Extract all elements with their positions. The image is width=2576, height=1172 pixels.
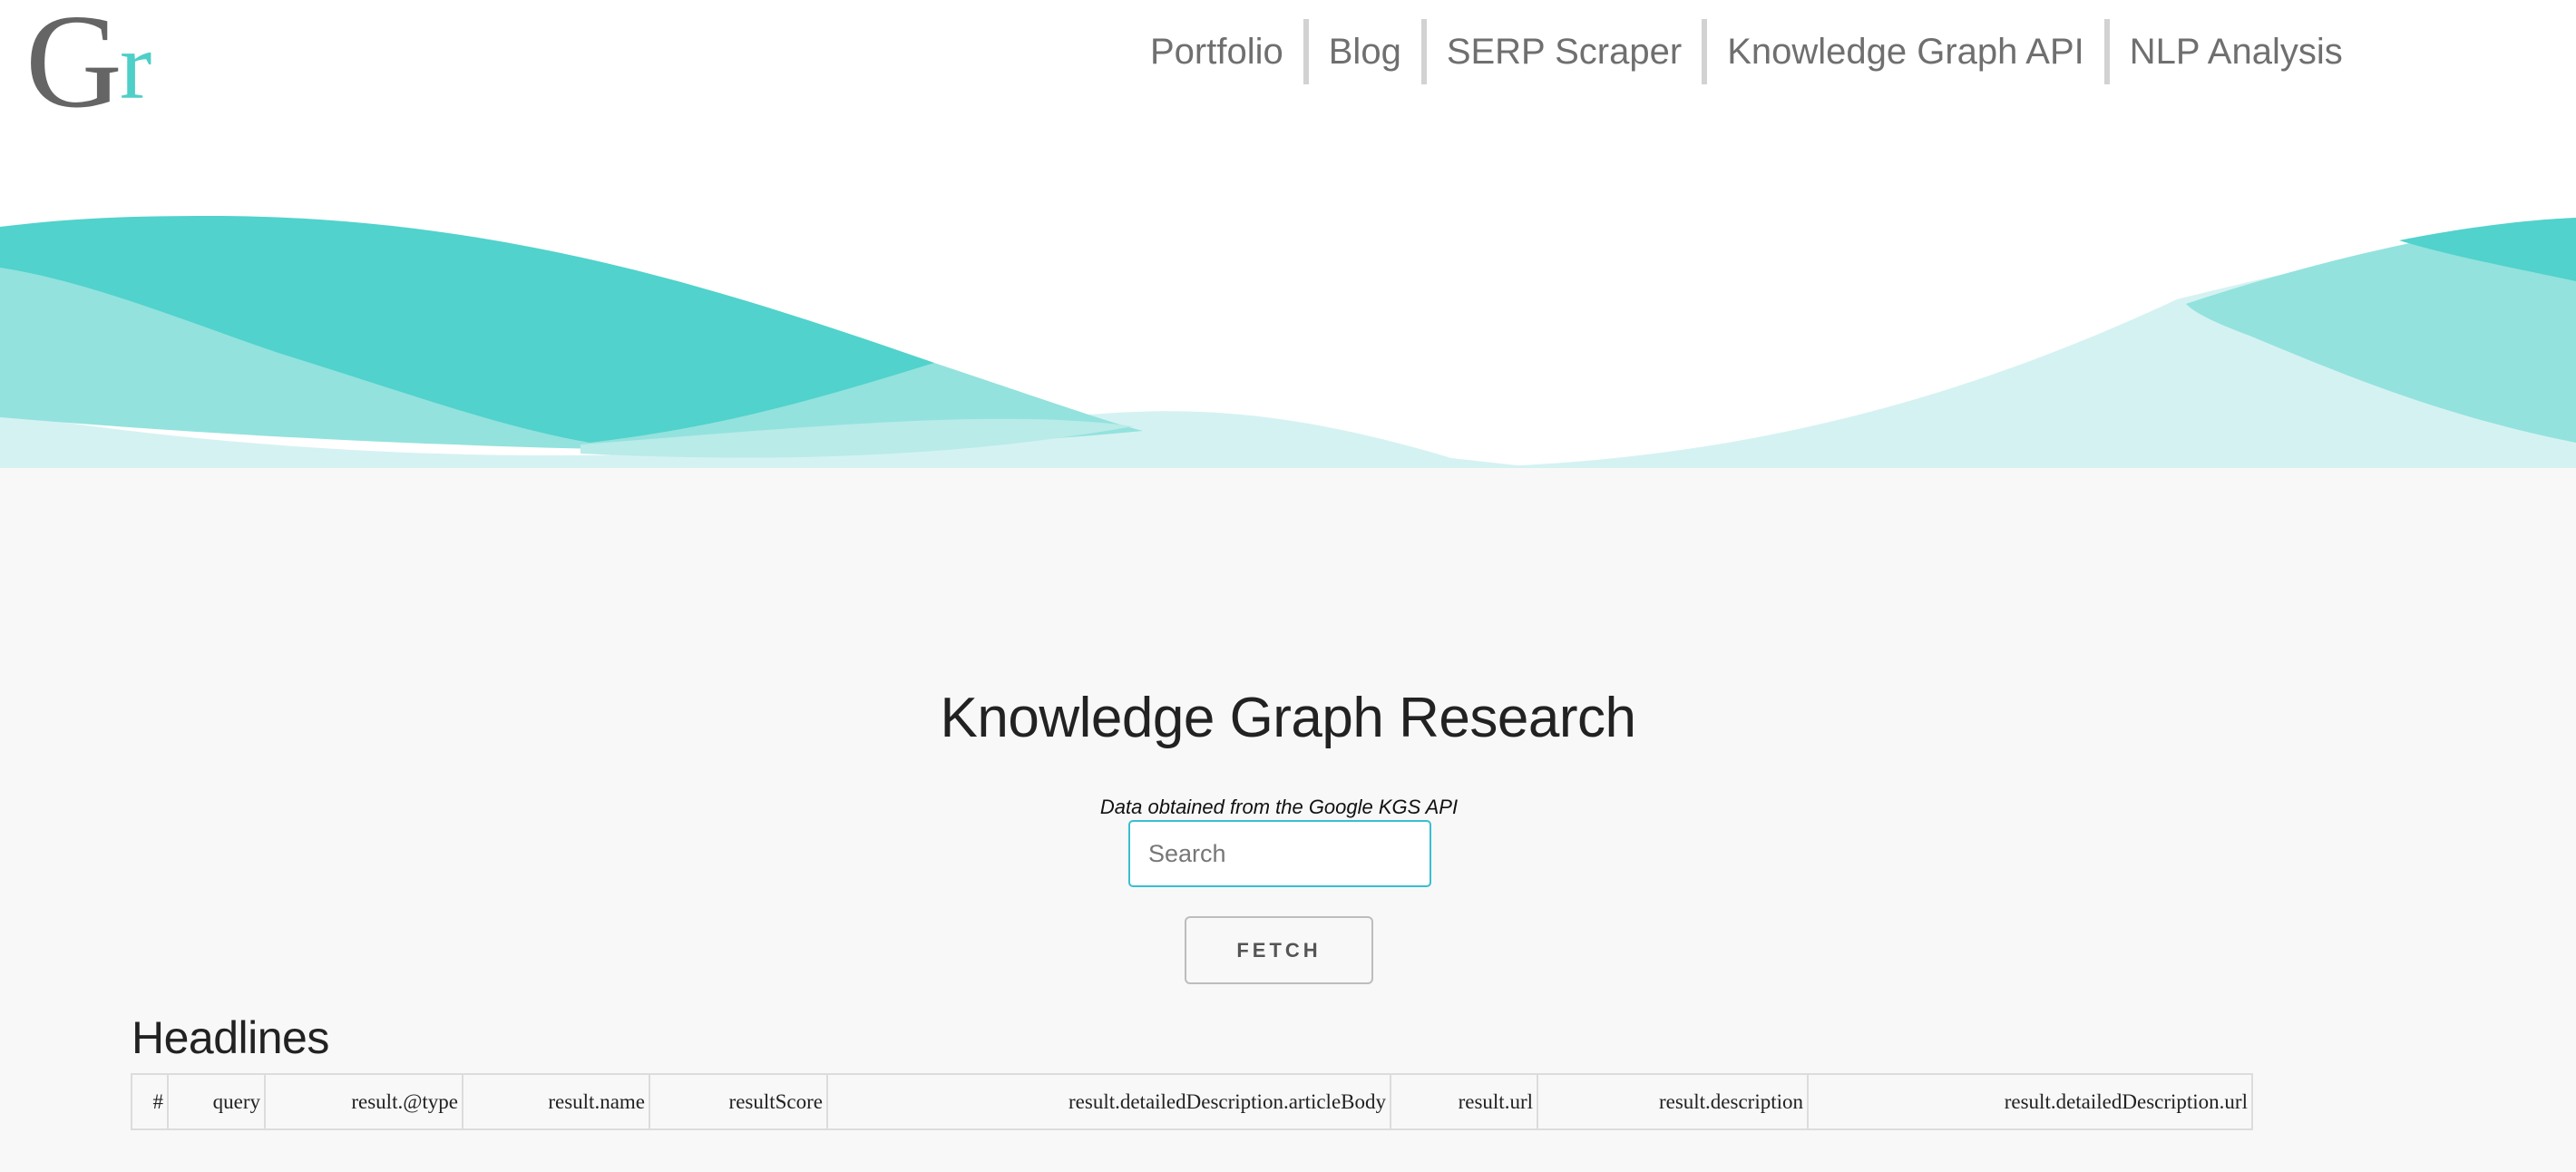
column-header-article-body[interactable]: result.detailedDescription.articleBody xyxy=(826,1073,1391,1130)
column-header-query[interactable]: query xyxy=(167,1073,266,1130)
nav-item-portfolio[interactable]: Portfolio xyxy=(1130,19,1303,84)
nav-item-nlp-analysis[interactable]: NLP Analysis xyxy=(2103,19,2363,84)
logo-letter-r: r xyxy=(120,13,152,119)
column-header-result-description[interactable]: result.description xyxy=(1537,1073,1809,1130)
fetch-button[interactable]: FETCH xyxy=(1185,916,1373,984)
search-input[interactable] xyxy=(1128,820,1431,887)
table-header-row: # query result.@type result.name resultS… xyxy=(131,1073,2253,1130)
column-header-result-type[interactable]: result.@type xyxy=(264,1073,463,1130)
headlines-table: # query result.@type result.name resultS… xyxy=(131,1073,2253,1130)
logo-letter-g: G xyxy=(25,0,122,136)
nav-item-serp-scraper[interactable]: SERP Scraper xyxy=(1420,19,1702,84)
nav-item-blog[interactable]: Blog xyxy=(1303,19,1421,84)
column-header-result-name[interactable]: result.name xyxy=(462,1073,650,1130)
column-header-result-url[interactable]: result.url xyxy=(1390,1073,1538,1130)
header-area: G r Portfolio Blog SERP Scraper Knowledg… xyxy=(0,0,2576,468)
page-subtitle: Data obtained from the Google KGS API xyxy=(1099,796,1459,818)
headlines-heading: Headlines xyxy=(132,1012,329,1063)
page-title: Knowledge Graph Research xyxy=(940,687,1636,749)
column-header-result-score[interactable]: resultScore xyxy=(649,1073,828,1130)
column-header-index[interactable]: # xyxy=(131,1073,169,1130)
nav-item-knowledge-graph-api[interactable]: Knowledge Graph API xyxy=(1702,19,2104,84)
column-header-detailed-description-url[interactable]: result.detailedDescription.url xyxy=(1807,1073,2253,1130)
main-nav: Portfolio Blog SERP Scraper Knowledge Gr… xyxy=(1130,19,2363,84)
site-logo[interactable]: G r xyxy=(25,0,180,129)
